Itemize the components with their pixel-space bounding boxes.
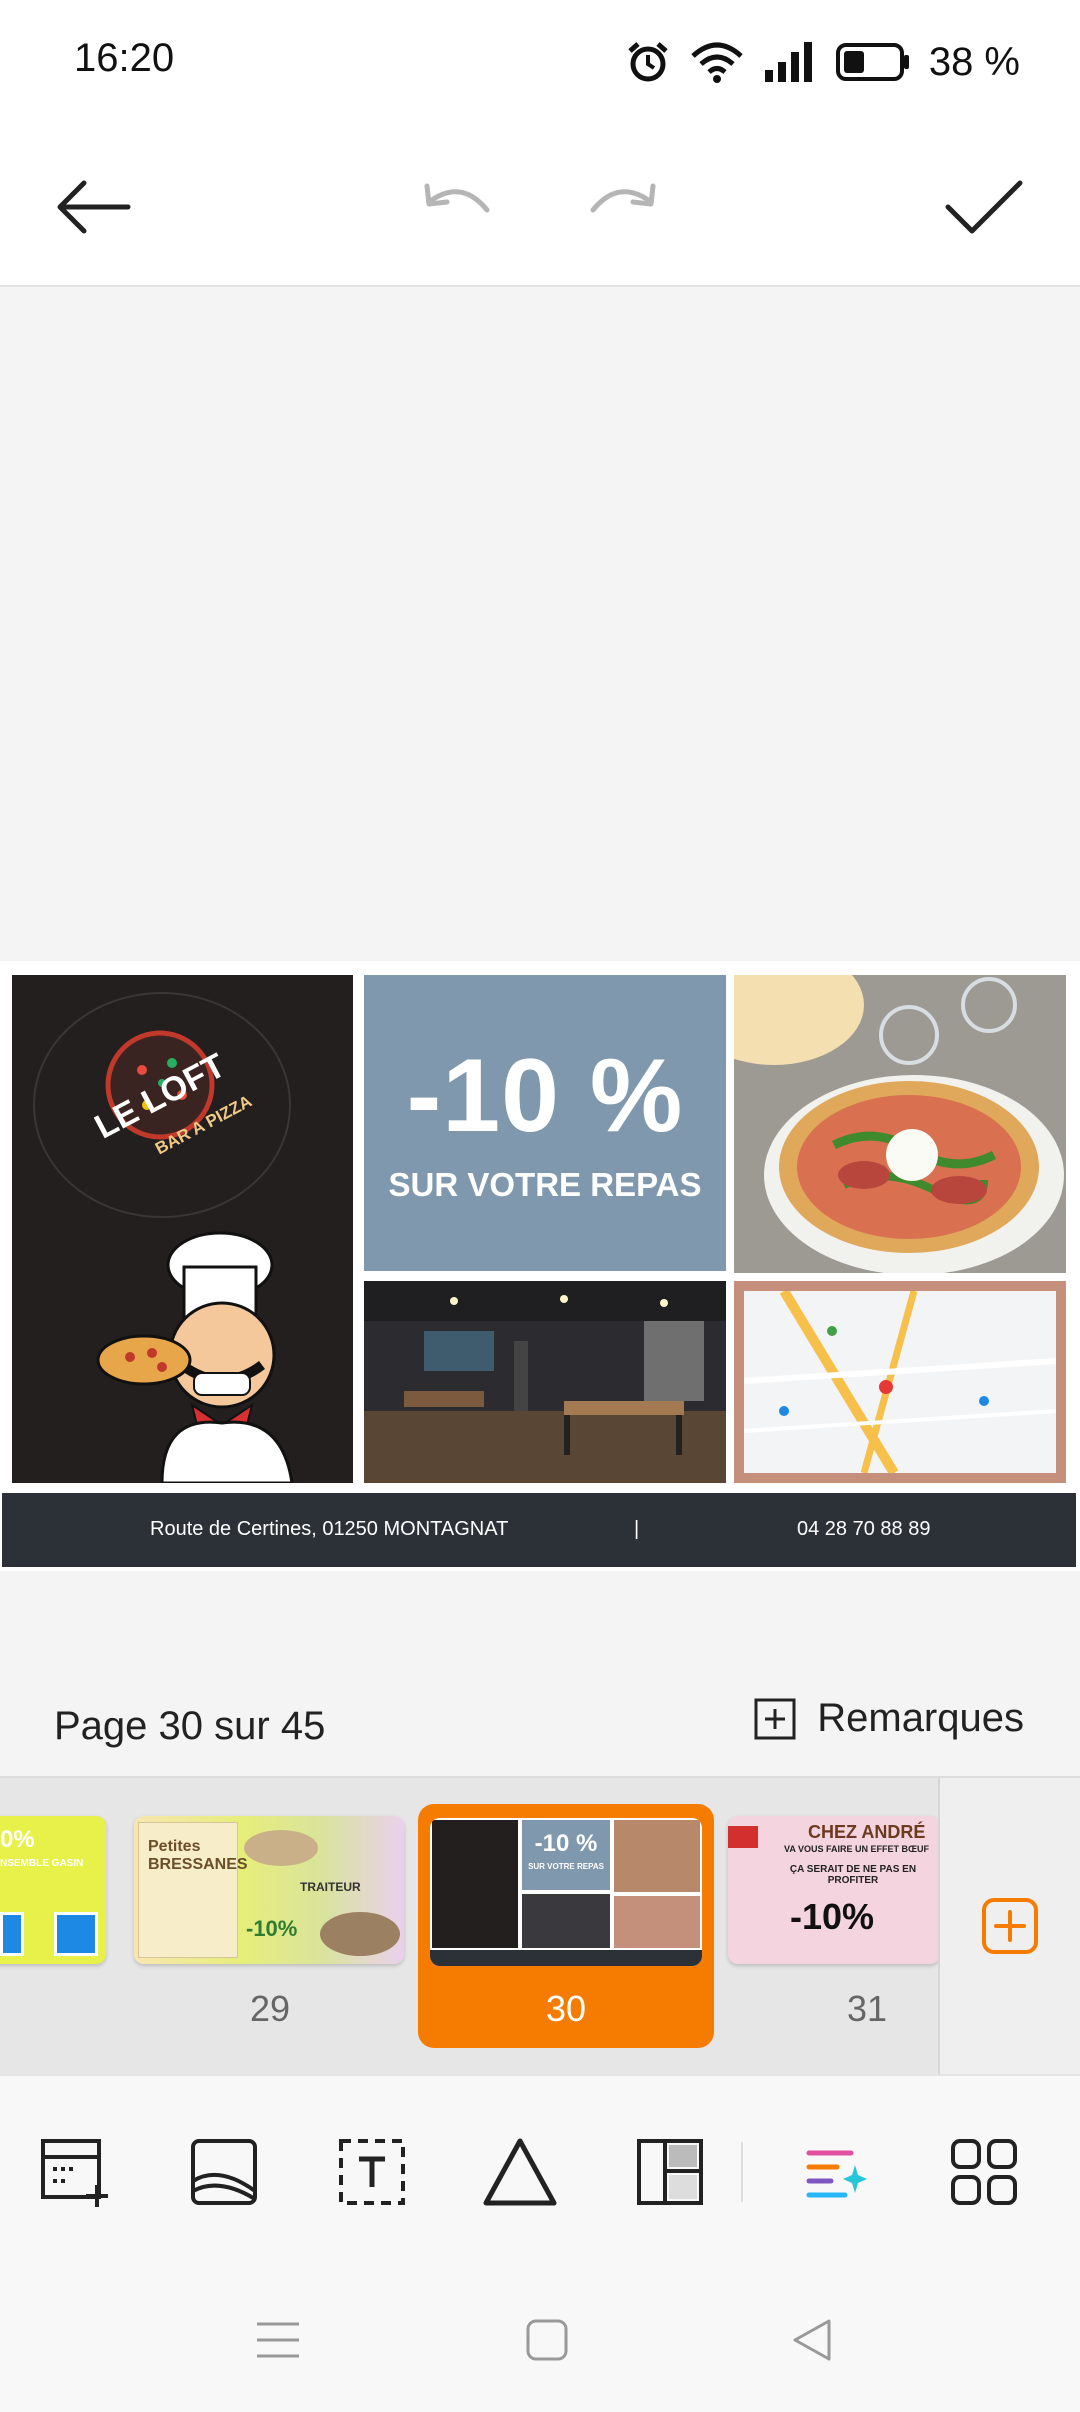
canvas-area[interactable]: LE LOFT BAR A PIZZA -10 % SUR VOTRE REPA… <box>0 289 1080 1667</box>
flyer-footer: Route de Certines, 01250 MONTAGNAT | 04 … <box>2 1493 1076 1567</box>
pizza-image <box>734 975 1066 1273</box>
menu-icon <box>257 2322 299 2358</box>
nav-home-button[interactable] <box>517 2310 577 2370</box>
tool-separator <box>741 2142 743 2202</box>
shape-icon <box>483 2138 557 2206</box>
page-info-row: Page 30 sur 45 Remarques <box>0 1668 1080 1776</box>
promo-panel[interactable]: -10 % SUR VOTRE REPAS <box>364 975 726 1271</box>
logo-panel[interactable]: LE LOFT BAR A PIZZA <box>12 975 353 1483</box>
map-panel[interactable] <box>734 1281 1066 1483</box>
remarks-label: Remarques <box>817 1696 1024 1740</box>
battery-percent: 38 % <box>928 39 1020 84</box>
thumb-partial-discount: 0% <box>0 1826 35 1853</box>
flyer-separator: | <box>634 1518 640 1540</box>
thumb31-discount: -10% <box>790 1896 875 1937</box>
wifi-icon <box>689 40 745 84</box>
thumbnail-partial[interactable]: 0% NSEMBLE GASIN <box>0 1816 106 1964</box>
chef-logo-illustration: LE LOFT BAR A PIZZA <box>33 992 294 1483</box>
thumbnail-page-29[interactable]: Petites BRESSANES TRAITEUR -10% <box>134 1816 404 1964</box>
map-image <box>744 1291 1056 1473</box>
remarks-button[interactable]: Remarques <box>753 1696 1024 1741</box>
promo-value: -10 % <box>406 1038 684 1154</box>
text-box-icon <box>339 2139 405 2205</box>
signal-icon <box>763 40 817 84</box>
status-icons: 38 % <box>625 34 1020 90</box>
home-icon <box>526 2319 568 2361</box>
system-nav-bar <box>0 2266 1080 2412</box>
status-bar: 16:20 38 % <box>0 0 1080 125</box>
ai-magic-icon <box>806 2150 867 2198</box>
flyer-address: Route de Certines, 01250 MONTAGNAT <box>150 1518 509 1540</box>
alarm-icon <box>625 39 671 85</box>
image-tool[interactable] <box>184 2132 264 2212</box>
shape-tool[interactable] <box>480 2132 560 2212</box>
image-icon <box>191 2139 257 2205</box>
add-note-icon <box>754 1698 796 1739</box>
flyer-phone: 04 28 70 88 89 <box>797 1518 931 1540</box>
text-box-tool[interactable] <box>332 2132 412 2212</box>
nav-menu-button[interactable] <box>248 2310 308 2370</box>
confirm-button[interactable] <box>942 165 1026 249</box>
plus-box-icon <box>982 1898 1038 1954</box>
promo-text: SUR VOTRE REPAS <box>388 1166 702 1203</box>
checkmark-icon <box>945 180 1023 234</box>
thumb-partial-line: NSEMBLE GASIN <box>0 1858 84 1869</box>
thumb31-line1: VA VOUS FAIRE UN EFFET BŒUF <box>784 1844 930 1854</box>
thumb31-line2: ÇA SERAIT DE NE PAS EN PROFITER <box>789 1864 917 1886</box>
page-indicator: Page 30 sur 45 <box>54 1704 326 1748</box>
thumb29-detail: TRAITEUR <box>300 1880 361 1894</box>
redo-icon <box>590 183 656 213</box>
add-page-tool[interactable] <box>36 2132 116 2212</box>
back-triangle-icon <box>793 2319 831 2361</box>
layout-tool[interactable] <box>630 2132 710 2212</box>
restaurant-photo[interactable] <box>364 1281 726 1483</box>
flyer-page[interactable]: LE LOFT BAR A PIZZA -10 % SUR VOTRE REPA… <box>0 961 1080 1571</box>
editor-toolbar <box>0 125 1080 287</box>
grid-tool[interactable] <box>944 2132 1024 2212</box>
add-page-button[interactable] <box>938 1778 1080 2074</box>
ai-magic-tool[interactable] <box>796 2132 876 2212</box>
page-thumbnail-strip[interactable]: 0% NSEMBLE GASIN Petites BRESSANES TRAIT… <box>0 1776 1080 2074</box>
thumb29-discount: -10% <box>246 1916 298 1941</box>
redo-button[interactable] <box>580 165 664 249</box>
grid-icon <box>951 2139 1017 2205</box>
thumb31-title: CHEZ ANDRÉ <box>808 1822 926 1842</box>
restaurant-image <box>364 1281 726 1483</box>
thumbnail-page-31[interactable]: CHEZ ANDRÉ VA VOUS FAIRE UN EFFET BŒUF Ç… <box>728 1816 938 1964</box>
nav-back-button[interactable] <box>782 2310 842 2370</box>
bottom-toolbar <box>0 2074 1080 2266</box>
pizza-photo[interactable] <box>734 975 1066 1273</box>
thumb-number-29: 29 <box>249 1988 291 2029</box>
thumb30-promo: -10 % <box>534 1830 598 1857</box>
thumb30-promo-text: SUR VOTRE REPAS <box>528 1862 604 1871</box>
layout-icon <box>637 2139 703 2205</box>
thumb29-title: Petites BRESSANES <box>148 1838 248 1873</box>
back-button[interactable] <box>52 165 136 249</box>
undo-icon <box>424 183 490 213</box>
undo-button[interactable] <box>416 165 500 249</box>
thumb-number-30: 30 <box>545 1988 587 2029</box>
thumb-number-31: 31 <box>846 1988 888 2029</box>
thumbnail-page-30[interactable]: -10 % SUR VOTRE REPAS <box>430 1818 702 1966</box>
arrow-left-icon <box>57 180 131 234</box>
thumbnail-scroll[interactable]: 0% NSEMBLE GASIN Petites BRESSANES TRAIT… <box>0 1778 938 2074</box>
status-time: 16:20 <box>74 36 175 80</box>
battery-icon <box>835 42 911 82</box>
add-page-icon <box>41 2139 108 2207</box>
